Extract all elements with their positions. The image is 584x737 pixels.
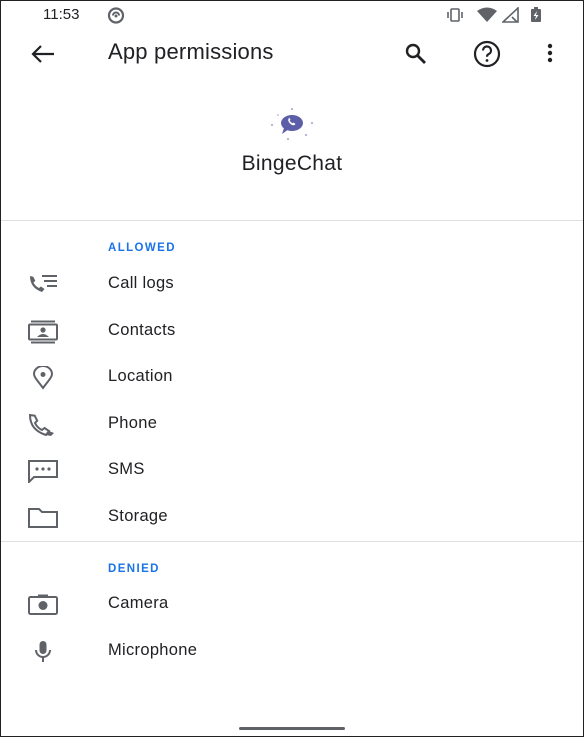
help-icon[interactable] — [471, 38, 503, 70]
app-header: BingeChat — [0, 100, 584, 220]
permission-label: Contacts — [108, 321, 176, 339]
contacts-icon — [27, 320, 59, 344]
status-bar: 11:53 — [0, 0, 584, 30]
home-indicator[interactable] — [239, 727, 345, 730]
page-title: App permissions — [108, 39, 274, 64]
permission-label: Location — [108, 367, 173, 385]
app-name: BingeChat — [241, 152, 343, 175]
divider — [1, 220, 583, 221]
phone-icon — [27, 413, 59, 437]
wifi-icon — [476, 7, 498, 28]
permission-label: Camera — [108, 594, 169, 612]
search-icon[interactable] — [400, 38, 432, 70]
permission-row-phone[interactable]: Phone — [1, 402, 583, 448]
divider — [1, 541, 583, 542]
back-arrow-icon[interactable] — [27, 38, 59, 70]
permission-row-location[interactable]: Location — [1, 355, 583, 401]
location-icon — [27, 365, 59, 390]
section-label-denied: DENIED — [108, 563, 160, 575]
microphone-icon — [27, 640, 59, 664]
folder-icon — [27, 506, 59, 530]
battery-icon — [530, 7, 542, 28]
permission-row-storage[interactable]: Storage — [1, 495, 583, 541]
permission-label: Call logs — [108, 274, 174, 292]
permission-label: SMS — [108, 460, 145, 478]
top-app-bar: App permissions — [0, 30, 584, 78]
status-time: 11:53 — [43, 6, 80, 23]
permission-row-microphone[interactable]: Microphone — [1, 629, 583, 675]
call-log-icon — [27, 273, 59, 297]
chat-bubble-phone-icon — [268, 107, 316, 152]
permission-row-contacts[interactable]: Contacts — [1, 309, 583, 355]
permission-row-call-logs[interactable]: Call logs — [1, 262, 583, 308]
permission-label: Microphone — [108, 641, 198, 659]
permission-row-sms[interactable]: SMS — [1, 448, 583, 494]
camera-icon — [27, 593, 59, 617]
permission-label: Storage — [108, 507, 168, 525]
section-label-allowed: ALLOWED — [108, 242, 176, 254]
vibrate-icon — [445, 7, 465, 28]
no-disturb-icon — [106, 7, 126, 29]
signal-icon — [500, 6, 520, 28]
more-vert-icon[interactable] — [534, 38, 566, 70]
sms-icon — [27, 459, 59, 485]
permission-label: Phone — [108, 414, 158, 432]
permission-row-camera[interactable]: Camera — [1, 582, 583, 628]
